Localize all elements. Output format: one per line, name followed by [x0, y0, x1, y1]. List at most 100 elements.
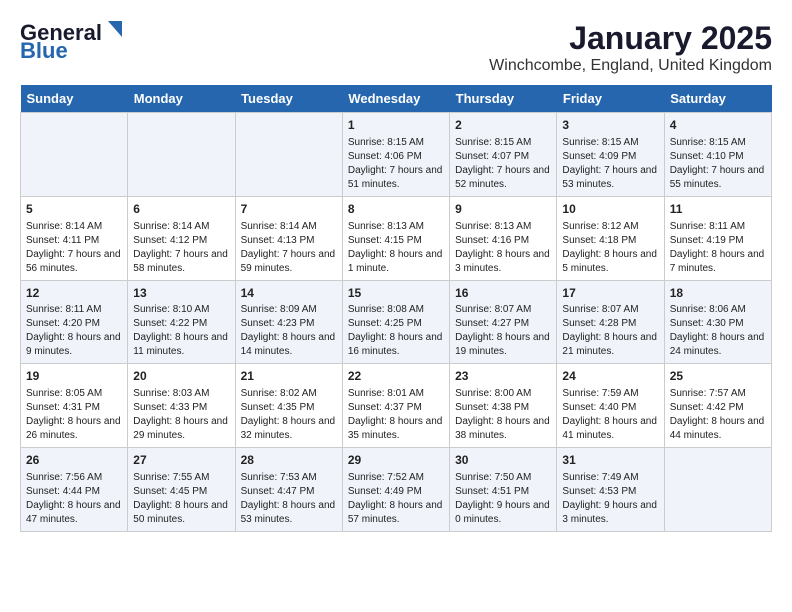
day-info: Sunrise: 7:50 AM Sunset: 4:51 PM Dayligh… — [455, 471, 551, 527]
calendar-cell: 3 Sunrise: 8:15 AM Sunset: 4:09 PM Daylig… — [557, 113, 664, 197]
calendar-cell: 17Sunrise: 8:07 AM Sunset: 4:28 PM Dayli… — [557, 280, 664, 364]
header-friday: Friday — [557, 85, 664, 113]
day-number: 9 — [455, 201, 551, 218]
day-info: Sunrise: 8:13 AM Sunset: 4:15 PM Dayligh… — [348, 220, 444, 276]
calendar-cell: 10 Sunrise: 8:12 AM Sunset: 4:18 PM Dayli… — [557, 196, 664, 280]
calendar-cell — [235, 113, 342, 197]
day-number: 5 — [26, 201, 122, 218]
day-info: Sunrise: 8:11 AM Sunset: 4:20 PM Dayligh… — [26, 303, 122, 359]
day-number: 18 — [670, 285, 766, 302]
calendar-cell: 22 Sunrise: 8:01 AM Sunset: 4:37 PM Dayli… — [342, 364, 449, 448]
calendar-cell: 9 Sunrise: 8:13 AM Sunset: 4:16 PM Daylig… — [450, 196, 557, 280]
calendar-cell: 19Sunrise: 8:05 AM Sunset: 4:31 PM Dayli… — [21, 364, 128, 448]
calendar-week-1: 1Sunrise: 8:15 AM Sunset: 4:06 PM Daylig… — [21, 113, 772, 197]
calendar-week-4: 19Sunrise: 8:05 AM Sunset: 4:31 PM Dayli… — [21, 364, 772, 448]
day-number: 21 — [241, 368, 337, 385]
calendar-cell: 21Sunrise: 8:02 AM Sunset: 4:35 PM Dayli… — [235, 364, 342, 448]
calendar-cell: 7Sunrise: 8:14 AM Sunset: 4:13 PM Daylig… — [235, 196, 342, 280]
day-info: Sunrise: 8:01 AM Sunset: 4:37 PM Dayligh… — [348, 387, 444, 443]
calendar-cell: 20Sunrise: 8:03 AM Sunset: 4:33 PM Dayli… — [128, 364, 235, 448]
day-info: Sunrise: 8:11 AM Sunset: 4:19 PM Dayligh… — [670, 220, 766, 276]
header-wednesday: Wednesday — [342, 85, 449, 113]
calendar-week-5: 26 Sunrise: 7:56 AM Sunset: 4:44 PM Dayli… — [21, 448, 772, 532]
calendar-cell: 4 Sunrise: 8:15 AM Sunset: 4:10 PM Daylig… — [664, 113, 771, 197]
day-number: 31 — [562, 452, 658, 469]
calendar-cell — [664, 448, 771, 532]
day-number: 4 — [670, 117, 766, 134]
day-info: Sunrise: 7:56 AM Sunset: 4:44 PM Dayligh… — [26, 471, 122, 527]
title-block: January 2025 Winchcombe, England, United… — [489, 20, 772, 75]
day-info: Sunrise: 7:53 AM Sunset: 4:47 PM Dayligh… — [241, 471, 337, 527]
calendar-table: Sunday Monday Tuesday Wednesday Thursday… — [20, 85, 772, 532]
calendar-week-3: 12Sunrise: 8:11 AM Sunset: 4:20 PM Dayli… — [21, 280, 772, 364]
day-info: Sunrise: 7:57 AM Sunset: 4:42 PM Dayligh… — [670, 387, 766, 443]
header-tuesday: Tuesday — [235, 85, 342, 113]
day-info: Sunrise: 8:08 AM Sunset: 4:25 PM Dayligh… — [348, 303, 444, 359]
calendar-cell: 27Sunrise: 7:55 AM Sunset: 4:45 PM Dayli… — [128, 448, 235, 532]
day-info: Sunrise: 8:15 AM Sunset: 4:10 PM Dayligh… — [670, 136, 766, 192]
calendar-cell: 6 Sunrise: 8:14 AM Sunset: 4:12 PM Daylig… — [128, 196, 235, 280]
day-number: 13 — [133, 285, 229, 302]
day-number: 8 — [348, 201, 444, 218]
day-info: Sunrise: 8:14 AM Sunset: 4:13 PM Dayligh… — [241, 220, 337, 276]
day-number: 17 — [562, 285, 658, 302]
day-info: Sunrise: 8:14 AM Sunset: 4:11 PM Dayligh… — [26, 220, 122, 276]
calendar-header: Sunday Monday Tuesday Wednesday Thursday… — [21, 85, 772, 113]
calendar-cell: 25Sunrise: 7:57 AM Sunset: 4:42 PM Dayli… — [664, 364, 771, 448]
header-thursday: Thursday — [450, 85, 557, 113]
header-saturday: Saturday — [664, 85, 771, 113]
day-number: 19 — [26, 368, 122, 385]
calendar-cell — [21, 113, 128, 197]
calendar-cell: 11Sunrise: 8:11 AM Sunset: 4:19 PM Dayli… — [664, 196, 771, 280]
day-info: Sunrise: 8:07 AM Sunset: 4:27 PM Dayligh… — [455, 303, 551, 359]
logo-blue-text: Blue — [20, 38, 68, 64]
day-info: Sunrise: 8:15 AM Sunset: 4:07 PM Dayligh… — [455, 136, 551, 192]
day-number: 27 — [133, 452, 229, 469]
calendar-subtitle: Winchcombe, England, United Kingdom — [489, 57, 772, 75]
calendar-cell: 8 Sunrise: 8:13 AM Sunset: 4:15 PM Daylig… — [342, 196, 449, 280]
calendar-cell: 18Sunrise: 8:06 AM Sunset: 4:30 PM Dayli… — [664, 280, 771, 364]
calendar-cell: 31Sunrise: 7:49 AM Sunset: 4:53 PM Dayli… — [557, 448, 664, 532]
calendar-cell: 26 Sunrise: 7:56 AM Sunset: 4:44 PM Dayli… — [21, 448, 128, 532]
day-number: 23 — [455, 368, 551, 385]
header-row: Sunday Monday Tuesday Wednesday Thursday… — [21, 85, 772, 113]
logo-triangle-icon — [100, 19, 122, 41]
day-number: 3 — [562, 117, 658, 134]
day-info: Sunrise: 8:15 AM Sunset: 4:09 PM Dayligh… — [562, 136, 658, 192]
day-number: 22 — [348, 368, 444, 385]
calendar-title: January 2025 — [489, 20, 772, 57]
day-number: 26 — [26, 452, 122, 469]
calendar-cell: 13Sunrise: 8:10 AM Sunset: 4:22 PM Dayli… — [128, 280, 235, 364]
day-number: 10 — [562, 201, 658, 218]
calendar-cell: 16Sunrise: 8:07 AM Sunset: 4:27 PM Dayli… — [450, 280, 557, 364]
day-number: 24 — [562, 368, 658, 385]
day-info: Sunrise: 8:10 AM Sunset: 4:22 PM Dayligh… — [133, 303, 229, 359]
calendar-cell: 15Sunrise: 8:08 AM Sunset: 4:25 PM Dayli… — [342, 280, 449, 364]
day-number: 16 — [455, 285, 551, 302]
day-number: 29 — [348, 452, 444, 469]
calendar-body: 1Sunrise: 8:15 AM Sunset: 4:06 PM Daylig… — [21, 113, 772, 532]
day-info: Sunrise: 8:07 AM Sunset: 4:28 PM Dayligh… — [562, 303, 658, 359]
day-info: Sunrise: 8:03 AM Sunset: 4:33 PM Dayligh… — [133, 387, 229, 443]
calendar-week-2: 5 Sunrise: 8:14 AM Sunset: 4:11 PM Daylig… — [21, 196, 772, 280]
calendar-cell: 29Sunrise: 7:52 AM Sunset: 4:49 PM Dayli… — [342, 448, 449, 532]
day-number: 28 — [241, 452, 337, 469]
calendar-cell: 30Sunrise: 7:50 AM Sunset: 4:51 PM Dayli… — [450, 448, 557, 532]
calendar-cell: 14Sunrise: 8:09 AM Sunset: 4:23 PM Dayli… — [235, 280, 342, 364]
logo: General Blue — [20, 20, 122, 64]
day-info: Sunrise: 8:09 AM Sunset: 4:23 PM Dayligh… — [241, 303, 337, 359]
day-info: Sunrise: 8:12 AM Sunset: 4:18 PM Dayligh… — [562, 220, 658, 276]
day-info: Sunrise: 8:13 AM Sunset: 4:16 PM Dayligh… — [455, 220, 551, 276]
calendar-cell: 12Sunrise: 8:11 AM Sunset: 4:20 PM Dayli… — [21, 280, 128, 364]
calendar-cell: 23Sunrise: 8:00 AM Sunset: 4:38 PM Dayli… — [450, 364, 557, 448]
day-number: 14 — [241, 285, 337, 302]
day-number: 6 — [133, 201, 229, 218]
day-info: Sunrise: 8:06 AM Sunset: 4:30 PM Dayligh… — [670, 303, 766, 359]
calendar-cell: 28 Sunrise: 7:53 AM Sunset: 4:47 PM Dayli… — [235, 448, 342, 532]
header-monday: Monday — [128, 85, 235, 113]
day-number: 12 — [26, 285, 122, 302]
day-info: Sunrise: 8:14 AM Sunset: 4:12 PM Dayligh… — [133, 220, 229, 276]
header-sunday: Sunday — [21, 85, 128, 113]
day-number: 1 — [348, 117, 444, 134]
day-number: 15 — [348, 285, 444, 302]
